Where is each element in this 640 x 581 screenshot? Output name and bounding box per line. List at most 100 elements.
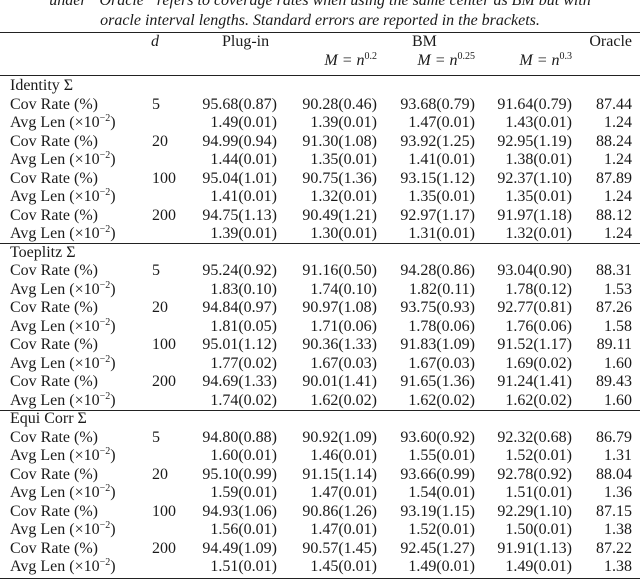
cell-bm-0-25: 1.55(0.01) <box>408 447 475 464</box>
cell-bm-0-25: 92.45(1.27) <box>400 539 475 557</box>
cell-oracle: 1.24 <box>604 188 632 205</box>
cell-d: 5 <box>152 95 160 113</box>
cell-bm-0-2: 1.39(0.01) <box>310 114 377 131</box>
table-row-cov-rate: Cov Rate (%) 5 95.24(0.92) 91.16(0.50) 94.28… <box>0 262 640 281</box>
cell-plugin: 95.04(1.01) <box>202 169 277 187</box>
table-row-avg-len: Avg Len (×10−2) 1.39(0.01) 1.30(0.01) 1.31(… <box>0 225 640 244</box>
cell-oracle: 1.36 <box>604 484 632 501</box>
header-plugin: Plug-in <box>222 33 270 50</box>
table-row-cov-rate: Cov Rate (%) 200 94.75(1.13) 90.49(1.21) 92.… <box>0 207 640 226</box>
cell-bm-0-3: 1.52(0.01) <box>505 447 572 464</box>
cell-oracle: 88.31 <box>596 262 632 279</box>
cell-bm-0-2: 91.16(0.50) <box>302 262 377 279</box>
cell-oracle: 86.79 <box>596 428 632 446</box>
cell-bm-0-3: 1.43(0.01) <box>505 114 572 131</box>
bottom-rule <box>0 577 640 579</box>
row-label-suffix: ) <box>110 114 116 131</box>
cell-bm-0-2: 91.30(1.08) <box>302 132 377 150</box>
row-label: Avg Len (×10−2) <box>10 225 116 244</box>
row-label-exponent: −2 <box>99 150 111 161</box>
cell-plugin: 1.41(0.01) <box>210 188 277 205</box>
cell-bm-0-2: 1.71(0.06) <box>310 317 377 335</box>
cell-bm-0-25: 91.83(1.09) <box>400 336 475 353</box>
cell-bm-0-25: 1.67(0.03) <box>408 354 475 372</box>
cell-bm-0-2: 1.62(0.02) <box>310 391 377 409</box>
row-label-suffix: ) <box>110 391 116 409</box>
cell-d: 100 <box>152 336 176 353</box>
table-row-avg-len: Avg Len (×10−2) 1.51(0.01) 1.45(0.01) 1.49(… <box>0 558 640 577</box>
row-label: Avg Len (×10−2) <box>10 447 116 466</box>
cell-d: 20 <box>152 299 168 316</box>
cell-bm-0-25: 93.60(0.92) <box>400 428 475 446</box>
row-label: Avg Len (×10−2) <box>10 391 116 411</box>
cell-bm-0-2: 1.45(0.01) <box>310 558 377 575</box>
cell-bm-0-3: 1.32(0.01) <box>505 225 572 242</box>
cell-bm-0-3: 91.52(1.17) <box>497 336 572 353</box>
row-label-suffix: ) <box>110 317 116 335</box>
cell-bm-0-3: 92.37(1.10) <box>497 169 572 187</box>
cell-bm-0-25: 1.62(0.02) <box>408 391 475 409</box>
cell-bm-0-25: 93.15(1.12) <box>400 169 475 187</box>
row-label: Cov Rate (%) <box>10 428 98 446</box>
cell-d: 200 <box>152 206 176 224</box>
row-label: Avg Len (×10−2) <box>10 114 116 133</box>
m-exponent: 0.25 <box>457 51 476 62</box>
cell-bm-0-2: 90.01(1.41) <box>302 373 377 390</box>
row-label-suffix: ) <box>110 354 116 372</box>
table-row-cov-rate: Cov Rate (%) 100 94.93(1.06) 90.86(1.26) 93.… <box>0 503 640 522</box>
cell-bm-0-3: 1.35(0.01) <box>505 188 572 205</box>
row-label: Cov Rate (%) <box>10 132 98 150</box>
row-label-suffix: ) <box>110 151 116 168</box>
cell-bm-0-2: 1.32(0.01) <box>310 188 377 205</box>
row-label: Cov Rate (%) <box>10 206 98 224</box>
row-label: Avg Len (×10−2) <box>10 279 116 300</box>
caption-line-2: oracle interval lengths. Standard errors… <box>100 12 540 29</box>
table-row-cov-rate: Cov Rate (%) 5 94.80(0.88) 90.92(1.09) 93.60… <box>0 429 640 448</box>
cell-oracle: 87.15 <box>596 502 632 520</box>
row-label: Cov Rate (%) <box>10 336 98 353</box>
row-label-suffix: ) <box>110 521 116 538</box>
cell-bm-0-2: 90.49(1.21) <box>302 206 377 224</box>
table-row-cov-rate: Cov Rate (%) 20 94.84(0.97) 90.97(1.08) 93.7… <box>0 299 640 318</box>
cell-plugin: 95.24(0.92) <box>202 262 277 279</box>
row-label-suffix: ) <box>110 188 116 205</box>
cell-bm-0-2: 1.30(0.01) <box>310 225 377 242</box>
row-label: Avg Len (×10−2) <box>10 558 116 577</box>
cell-bm-0-25: 93.66(0.99) <box>400 465 475 483</box>
table-row-cov-rate: Cov Rate (%) 200 94.69(1.33) 90.01(1.41) 91.… <box>0 373 640 392</box>
row-label: Cov Rate (%) <box>10 169 98 187</box>
cell-bm-0-3: 1.50(0.01) <box>505 521 572 538</box>
cell-bm-0-3: 93.04(0.90) <box>497 262 572 279</box>
row-label-exponent: −2 <box>99 279 111 291</box>
row-label-suffix: ) <box>110 225 116 242</box>
cell-bm-0-2: 1.46(0.01) <box>310 447 377 464</box>
cell-d: 20 <box>152 132 168 150</box>
row-label: Avg Len (×10−2) <box>10 521 116 540</box>
cell-bm-0-2: 1.47(0.01) <box>310 484 377 501</box>
row-label: Avg Len (×10−2) <box>10 317 116 337</box>
cell-d: 5 <box>152 428 160 446</box>
row-label-suffix: ) <box>110 484 116 501</box>
cell-bm-0-25: 1.78(0.06) <box>408 317 475 335</box>
cell-bm-0-3: 92.29(1.10) <box>497 502 572 520</box>
cell-bm-0-3: 92.95(1.19) <box>497 132 572 150</box>
section-title: Equi Corr Σ <box>10 410 87 427</box>
m-label: M = n <box>519 52 560 69</box>
table-row-avg-len: Avg Len (×10−2) 1.77(0.02) 1.67(0.03) 1.67(… <box>0 353 640 374</box>
row-label-exponent: −2 <box>99 353 111 365</box>
cell-bm-0-25: 92.97(1.17) <box>400 206 475 224</box>
cell-bm-0-25: 1.49(0.01) <box>408 558 475 575</box>
header-m-0-3: M = n0.3 <box>519 52 572 70</box>
row-label-exponent: −2 <box>99 557 111 568</box>
cell-bm-0-2: 90.57(1.45) <box>302 539 377 557</box>
top-rule <box>0 32 640 34</box>
cell-plugin: 1.60(0.01) <box>210 447 277 464</box>
m-exponent: 0.3 <box>559 51 573 62</box>
section-title: Identity Σ <box>10 77 74 94</box>
table-row-avg-len: Avg Len (×10−2) 1.83(0.10) 1.74(0.10) 1.82(… <box>0 279 640 300</box>
row-label: Cov Rate (%) <box>10 539 98 557</box>
cell-bm-0-25: 1.52(0.01) <box>408 521 475 538</box>
cell-bm-0-3: 1.78(0.12) <box>505 280 572 298</box>
cell-bm-0-25: 1.31(0.01) <box>408 225 475 242</box>
cell-bm-0-2: 91.15(1.14) <box>302 465 377 483</box>
